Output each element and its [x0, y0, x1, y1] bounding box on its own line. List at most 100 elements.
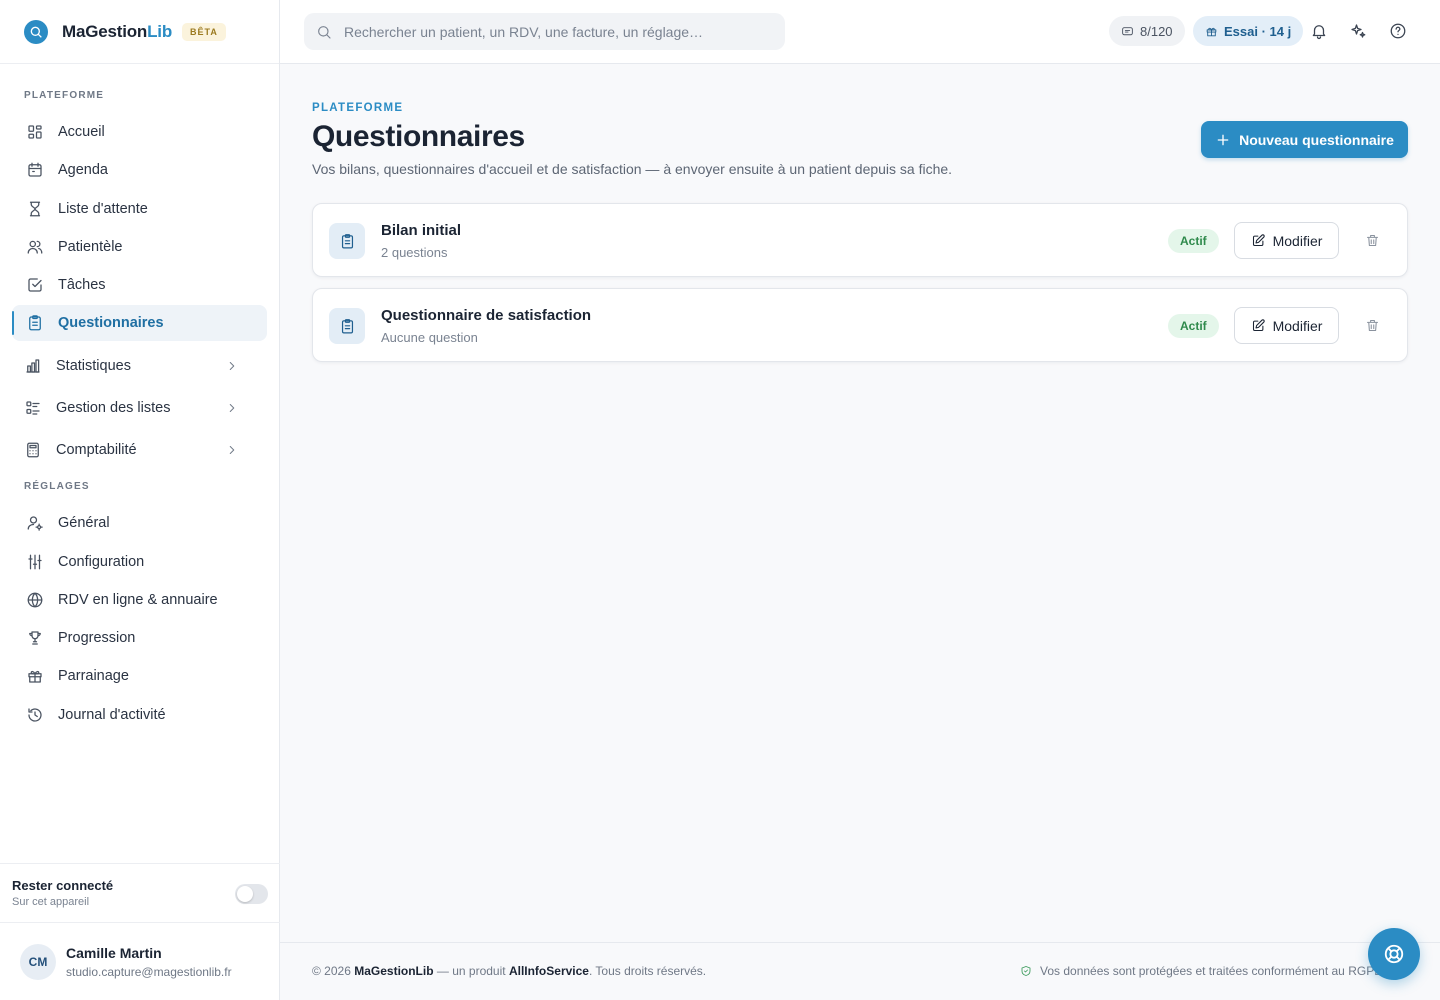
sidebar-item-label: RDV en ligne & annuaire — [58, 592, 218, 608]
clipboard-icon — [26, 314, 44, 332]
status-badge: Actif — [1168, 314, 1219, 338]
checkbox-icon — [26, 276, 44, 294]
questionnaire-question-count: 2 questions — [381, 245, 448, 260]
stay-connected: Rester connecté Sur cet appareil — [0, 863, 280, 923]
sidebar-item-accueil[interactable]: Accueil — [12, 114, 267, 150]
sidebar-item-label: Liste d'attente — [58, 201, 148, 217]
sidebar-item-label: Questionnaires — [58, 315, 164, 331]
edit-button[interactable]: Modifier — [1234, 307, 1339, 344]
chevron-right-icon — [225, 359, 239, 373]
footer-copyright: © 2026 MaGestionLib — un produit AllInfo… — [312, 964, 707, 978]
sidebar-item-general[interactable]: Général — [12, 505, 267, 541]
sidebar-item-label: Journal d'activité — [58, 707, 166, 723]
sidebar-item-lists[interactable]: Gestion des listes — [12, 390, 267, 426]
support-button[interactable] — [1368, 928, 1420, 980]
security-text: Vos données sont protégées et traitées c… — [1040, 964, 1380, 978]
trash-icon[interactable] — [1365, 233, 1380, 248]
calendar-icon — [26, 161, 44, 179]
plus-icon — [1215, 132, 1231, 148]
bar-chart-icon — [24, 357, 42, 375]
topbar: 8/120 Essai · 14 j — [280, 0, 1440, 64]
chevron-right-icon — [225, 443, 239, 457]
sidebar-item-referral[interactable]: Parrainage — [12, 658, 267, 694]
sidebar-item-label: Parrainage — [58, 668, 129, 684]
sidebar-item-label: Patientèle — [58, 239, 123, 255]
gift-icon — [1205, 25, 1218, 38]
questionnaire-card[interactable]: Questionnaire de satisfaction Aucune que… — [312, 288, 1408, 362]
clipboard-icon — [329, 308, 365, 344]
sidebar-item-online-booking[interactable]: RDV en ligne & annuaire — [12, 582, 267, 618]
main-content: PLATEFORME Questionnaires Vos bilans, qu… — [280, 64, 1440, 942]
sidebar-item-tasks[interactable]: Tâches — [12, 267, 267, 303]
trash-icon[interactable] — [1365, 318, 1380, 333]
sidebar-item-label: Tâches — [58, 277, 106, 293]
sidebar: MaGestionLib BÊTA PLATEFORME Accueil Age… — [0, 0, 280, 1000]
users-icon — [26, 238, 44, 256]
stay-connected-title: Rester connecté — [12, 878, 114, 893]
footer: © 2026 MaGestionLib — un produit AllInfo… — [280, 942, 1440, 1000]
sidebar-item-progression[interactable]: Progression — [12, 620, 267, 656]
sparkles-icon[interactable] — [1349, 22, 1367, 40]
sms-counter-value: 8/120 — [1140, 23, 1173, 39]
trial-label: Essai · 14 j — [1224, 23, 1292, 39]
sidebar-item-label: Gestion des listes — [56, 400, 171, 416]
questionnaire-question-count: Aucune question — [381, 330, 478, 345]
sidebar-item-accounting[interactable]: Comptabilité — [12, 432, 267, 468]
sidebar-item-agenda[interactable]: Agenda — [12, 152, 267, 188]
sliders-icon — [26, 553, 44, 571]
status-badge: Actif — [1168, 229, 1219, 253]
stay-connected-toggle[interactable] — [235, 884, 268, 904]
hourglass-icon — [26, 200, 44, 218]
trial-badge[interactable]: Essai · 14 j — [1193, 16, 1304, 46]
sidebar-item-label: Configuration — [58, 554, 145, 570]
sidebar-item-label: Statistiques — [56, 358, 131, 374]
sidebar-item-stats[interactable]: Statistiques — [12, 348, 267, 384]
logo-icon — [24, 19, 48, 44]
sidebar-item-label: Agenda — [58, 162, 108, 178]
brand-name: MaGestionLib — [62, 21, 173, 41]
page-subtitle: Vos bilans, questionnaires d'accueil et … — [312, 161, 953, 177]
sidebar-item-label: Comptabilité — [56, 442, 137, 458]
sidebar-item-configuration[interactable]: Configuration — [12, 544, 267, 580]
shield-check-icon — [1020, 965, 1032, 977]
help-icon[interactable] — [1389, 22, 1407, 40]
edit-label: Modifier — [1272, 232, 1323, 249]
sms-counter[interactable]: 8/120 — [1109, 16, 1185, 46]
footer-security-notice: Vos données sont protégées et traitées c… — [1020, 964, 1380, 978]
calculator-icon — [24, 441, 42, 459]
search-bar[interactable] — [304, 13, 785, 50]
search-input[interactable] — [344, 23, 764, 40]
section-label-settings: RÉGLAGES — [24, 481, 90, 492]
sidebar-item-label: Accueil — [58, 124, 105, 140]
message-icon — [1121, 25, 1134, 38]
sidebar-item-waitlist[interactable]: Liste d'attente — [12, 191, 267, 227]
globe-icon — [26, 591, 44, 609]
new-questionnaire-button[interactable]: Nouveau questionnaire — [1201, 121, 1408, 158]
clipboard-icon — [329, 223, 365, 259]
chevron-right-icon — [225, 401, 239, 415]
sidebar-item-activity-log[interactable]: Journal d'activité — [12, 697, 267, 733]
lifebuoy-icon — [1383, 943, 1405, 965]
section-label-platform: PLATEFORME — [24, 90, 105, 101]
sidebar-item-label: Général — [58, 515, 110, 531]
trophy-icon — [26, 629, 44, 647]
questionnaire-card[interactable]: Bilan initial 2 questions Actif Modifier — [312, 203, 1408, 277]
page-eyebrow: PLATEFORME — [312, 102, 404, 114]
search-icon — [316, 24, 332, 40]
bell-icon[interactable] — [1310, 22, 1328, 40]
edit-icon — [1251, 233, 1266, 248]
user-email: studio.capture@magestionlib.fr — [66, 964, 232, 979]
page-title: Questionnaires — [312, 120, 525, 153]
beta-badge: BÊTA — [182, 22, 226, 41]
edit-button[interactable]: Modifier — [1234, 222, 1339, 259]
sidebar-item-patients[interactable]: Patientèle — [12, 229, 267, 265]
avatar: CM — [20, 943, 56, 980]
gift-icon — [26, 667, 44, 685]
user-profile[interactable]: CM Camille Martin studio.capture@magesti… — [0, 923, 280, 1000]
edit-label: Modifier — [1272, 317, 1323, 334]
edit-icon — [1251, 318, 1266, 333]
brand[interactable]: MaGestionLib BÊTA — [0, 0, 279, 64]
sidebar-item-questionnaires[interactable]: Questionnaires — [12, 305, 267, 341]
list-icon — [24, 399, 42, 417]
footer-company[interactable]: AllInfoService — [509, 964, 589, 978]
